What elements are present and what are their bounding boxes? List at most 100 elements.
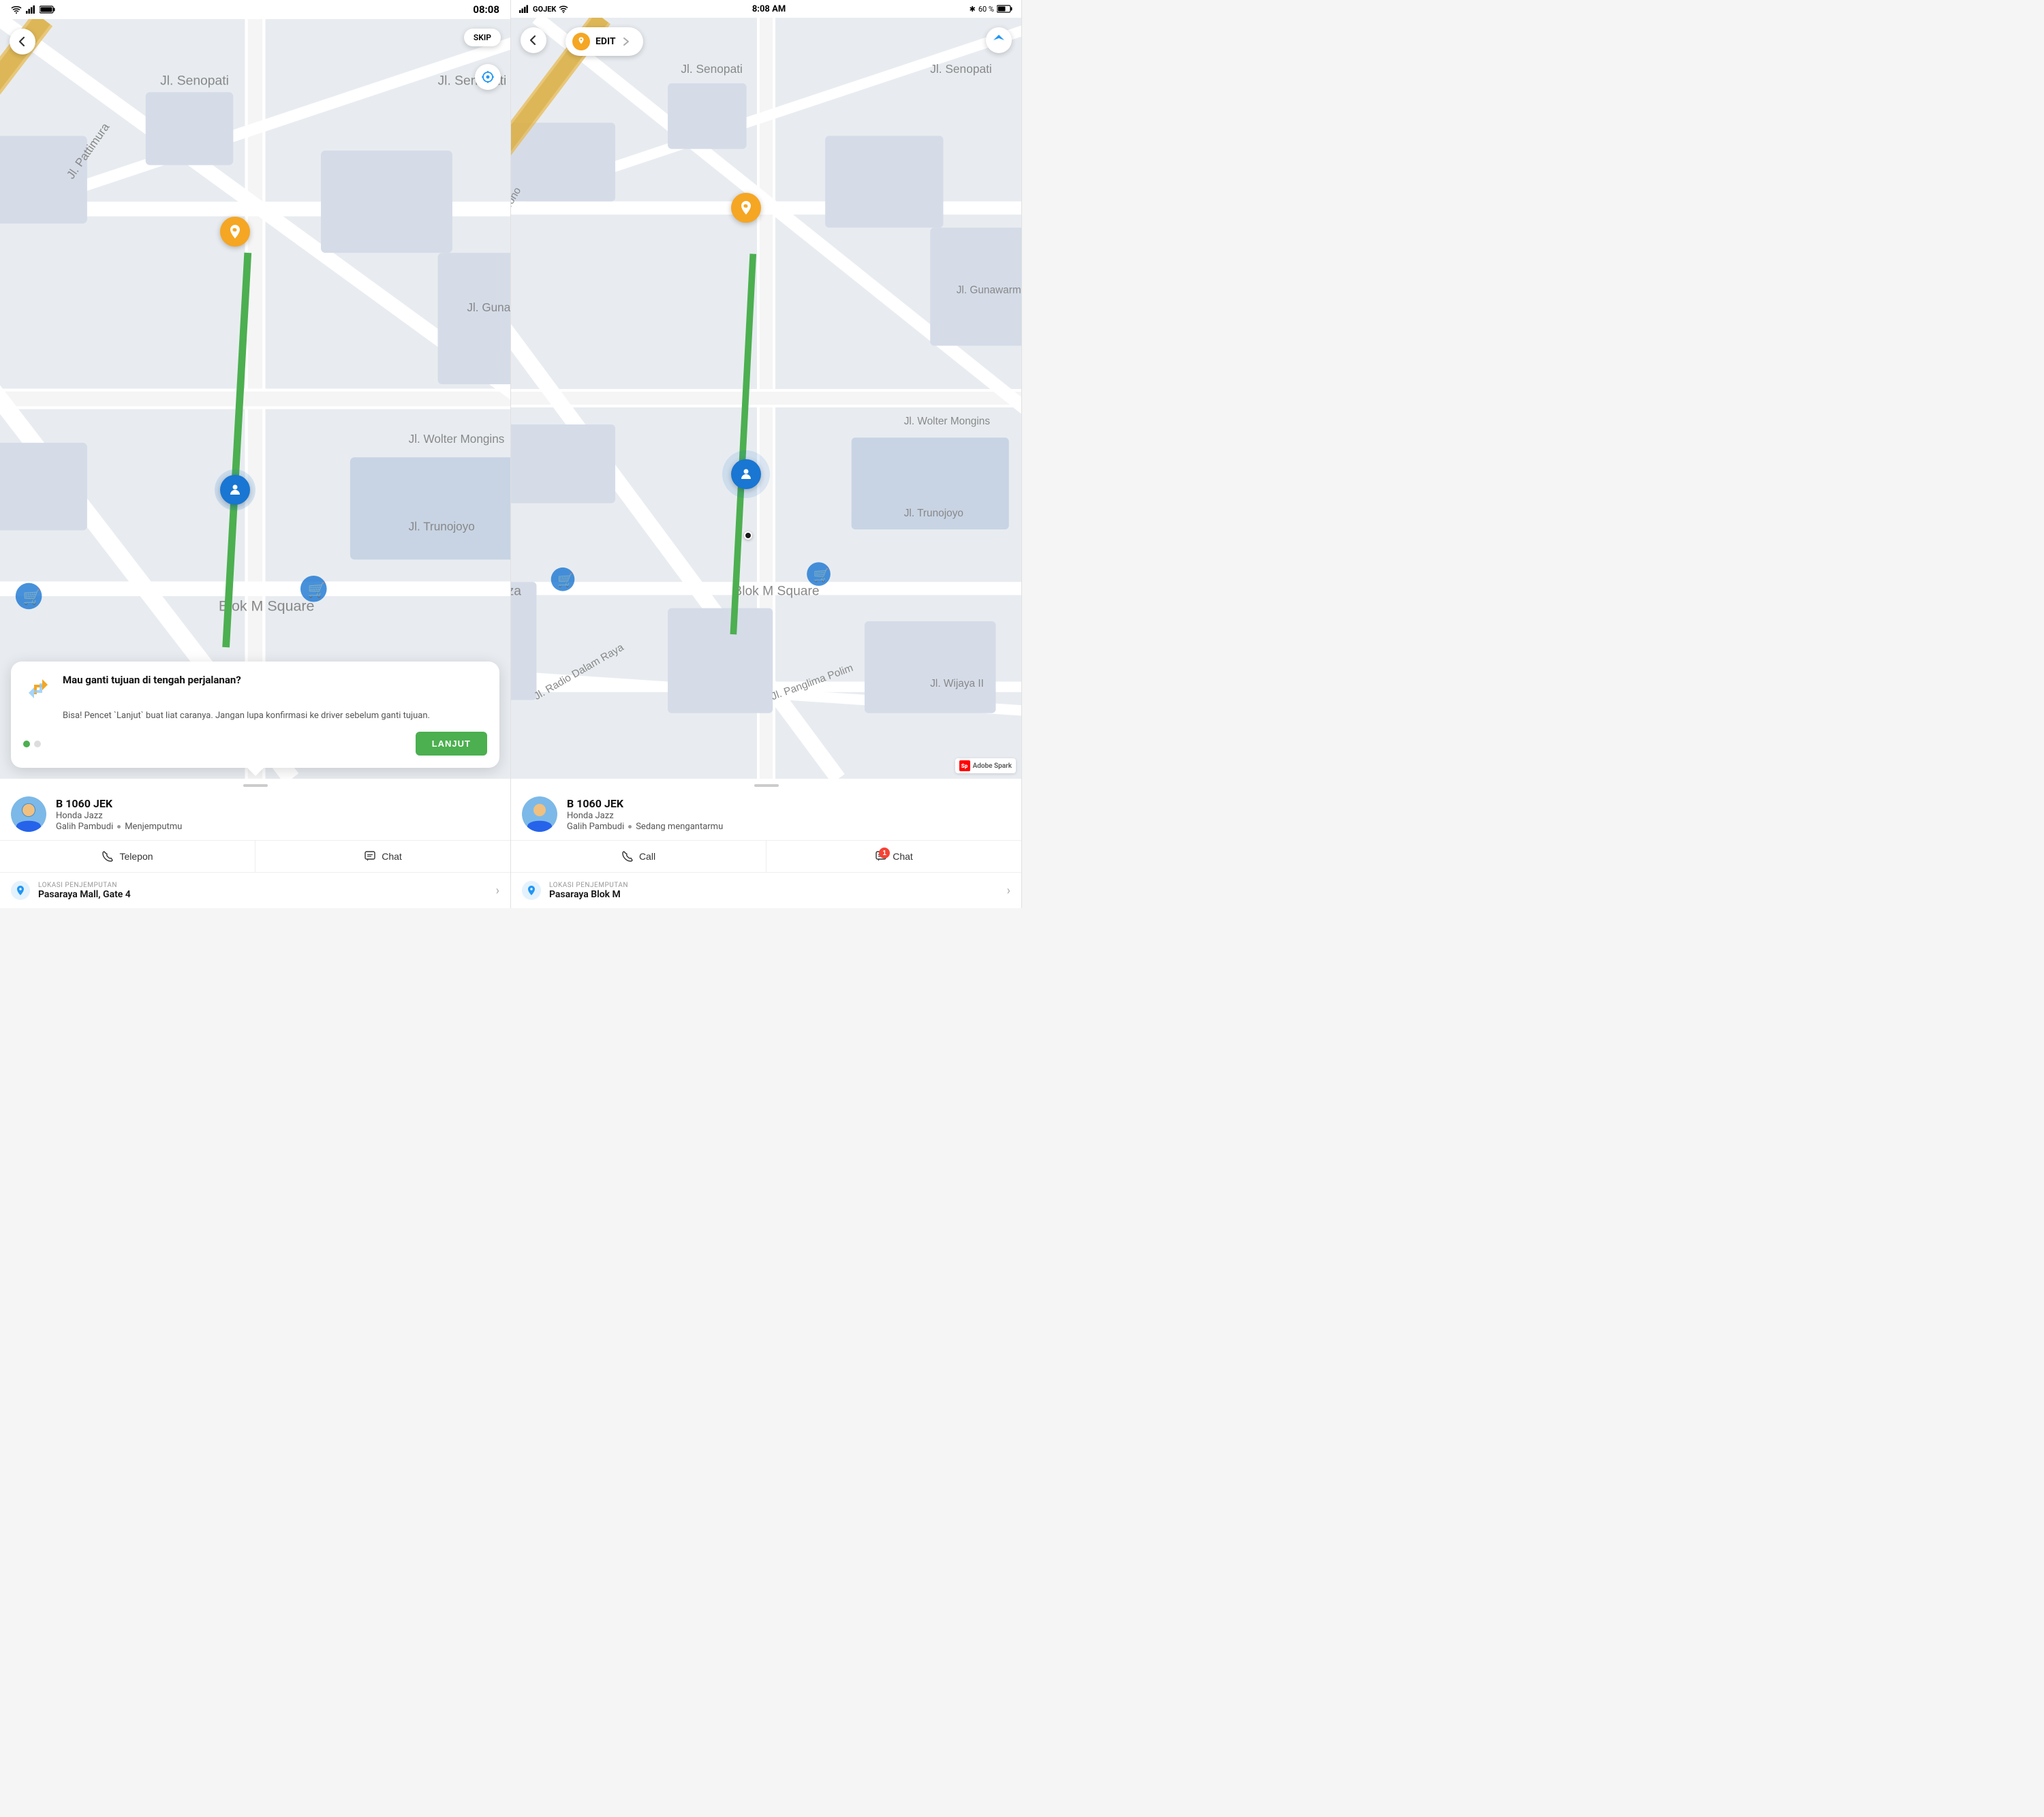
chevron-icon-2: › xyxy=(1007,884,1010,898)
location-button-1[interactable] xyxy=(475,64,501,90)
call-button[interactable]: Call xyxy=(511,841,766,872)
svg-text:Jl. Senopati: Jl. Senopati xyxy=(681,62,743,76)
driver-avatar-1 xyxy=(11,796,46,832)
popup-header: Mau ganti tujuan di tengah perjalanan? xyxy=(23,674,487,704)
dot-2 xyxy=(34,741,41,747)
driver-avatar-2 xyxy=(522,796,557,832)
skip-label: SKIP xyxy=(474,33,491,42)
popup-icon xyxy=(23,674,53,704)
location-pin-icon-1 xyxy=(15,885,26,896)
drag-handle-1 xyxy=(243,784,268,787)
battery-icon-2 xyxy=(997,5,1013,13)
loc-label-1: LOKASI PENJEMPUTAN xyxy=(38,882,131,889)
location-button-2[interactable] xyxy=(986,27,1012,53)
svg-text:Jl. Trunojoyo: Jl. Trunojoyo xyxy=(409,519,475,533)
driver-avatar-svg-2 xyxy=(522,796,557,832)
chat-button-2[interactable]: 1 Chat xyxy=(766,841,1021,872)
chat-label-2: Chat xyxy=(893,851,913,862)
status-bar-1: 08:08 xyxy=(0,0,510,19)
edit-button[interactable]: EDIT xyxy=(566,27,643,56)
chat-icon-wrapper: 1 xyxy=(875,850,887,863)
wifi-icon-2 xyxy=(559,5,568,13)
driver-details-1: B 1060 JEK Honda Jazz Galih Pambudi Menj… xyxy=(56,797,499,832)
loc-label-2: LOKASI PENJEMPUTAN xyxy=(549,882,628,889)
signal-icon-2 xyxy=(519,5,530,13)
telepon-button[interactable]: Telepon xyxy=(0,841,256,872)
map-svg-2: Jl. Senopati Jl. Senopati Jl. Gunawarman… xyxy=(511,18,1021,779)
svg-text:🛒: 🛒 xyxy=(557,572,574,588)
adobe-spark-label: Adobe Spark xyxy=(973,762,1012,770)
back-arrow-icon-2 xyxy=(527,34,540,46)
popup-title: Mau ganti tujuan di tengah perjalanan? xyxy=(63,674,241,687)
driver-name-2: Galih Pambudi xyxy=(567,822,624,832)
driver-info-2: B 1060 JEK Honda Jazz Galih Pambudi Seda… xyxy=(511,790,1021,840)
telepon-label: Telepon xyxy=(119,851,153,862)
action-buttons-2: Call 1 Chat xyxy=(511,840,1021,873)
edit-label: EDIT xyxy=(595,36,616,47)
driver-avatar-svg-1 xyxy=(11,796,46,832)
wifi-icon xyxy=(11,5,22,14)
status-right-2: ✱ 60 % xyxy=(970,5,1013,14)
status-bar-carrier: GOJEK xyxy=(519,5,568,14)
phone-icon-1 xyxy=(102,850,114,863)
svg-text:Blok M Plaza: Blok M Plaza xyxy=(511,584,521,598)
battery-percent: 60 % xyxy=(978,5,994,14)
status-time-1: 08:08 xyxy=(473,3,499,16)
svg-text:Blok M Square: Blok M Square xyxy=(733,584,819,598)
loc-info-1: LOKASI PENJEMPUTAN Pasaraya Mall, Gate 4 xyxy=(38,882,131,900)
carrier-label: GOJEK xyxy=(533,5,556,14)
pin-icon-3 xyxy=(739,200,754,215)
svg-text:🛒: 🛒 xyxy=(814,567,830,583)
loc-icon-2 xyxy=(522,881,541,900)
svg-text:Jl. Wolter Mongins: Jl. Wolter Mongins xyxy=(904,416,991,427)
driver-info-1: B 1060 JEK Honda Jazz Galih Pambudi Menj… xyxy=(0,790,510,840)
phone-icon-2 xyxy=(621,850,634,863)
back-button-1[interactable] xyxy=(10,29,35,55)
adobe-spark-badge: Sp Adobe Spark xyxy=(955,758,1016,773)
svg-text:Jl. Senopati: Jl. Senopati xyxy=(930,62,992,76)
driver-marker-1 xyxy=(220,475,250,505)
location-row-2[interactable]: LOKASI PENJEMPUTAN Pasaraya Blok M › xyxy=(511,873,1021,908)
location-pin-icon-2 xyxy=(526,885,537,896)
driver-name-1: Galih Pambudi xyxy=(56,822,113,832)
driver-car-1: Honda Jazz xyxy=(56,811,499,821)
pickup-marker-2 xyxy=(731,193,761,223)
dot-sep-2 xyxy=(628,825,632,828)
location-icon-1 xyxy=(481,70,495,84)
svg-text:Jl. Wijaya II: Jl. Wijaya II xyxy=(930,678,984,689)
driver-marker-2 xyxy=(731,459,761,489)
chevron-icon-1: › xyxy=(496,884,499,898)
back-button-2[interactable] xyxy=(521,27,546,53)
navigation-icon xyxy=(993,34,1005,46)
driver-plate-1: B 1060 JEK xyxy=(56,797,499,810)
pickup-marker-1 xyxy=(220,217,250,247)
driver-details-2: B 1060 JEK Honda Jazz Galih Pambudi Seda… xyxy=(567,797,1010,832)
lanjut-button[interactable]: LANJUT xyxy=(416,732,487,756)
status-bar-2: GOJEK 8:08 AM ✱ 60 % xyxy=(511,0,1021,18)
chat-icon-1 xyxy=(364,850,376,863)
chat-button-1[interactable]: Chat xyxy=(256,841,510,872)
map-area-1: Jl. Senopati Jl. Senopati Jl. Gunawarman… xyxy=(0,19,510,779)
skip-button[interactable]: SKIP xyxy=(464,29,501,46)
loc-icon-1 xyxy=(11,881,30,900)
driver-status-2: Sedang mengantarmu xyxy=(636,822,723,832)
action-buttons-1: Telepon Chat xyxy=(0,840,510,873)
signal-icon xyxy=(26,5,35,14)
loc-info-2: LOKASI PENJEMPUTAN Pasaraya Blok M xyxy=(549,882,628,900)
bluetooth-icon: ✱ xyxy=(970,5,976,14)
call-label: Call xyxy=(639,851,655,862)
svg-text:Jl. Trunojoyo: Jl. Trunojoyo xyxy=(904,508,963,519)
svg-text:Jl. Gunawarman: Jl. Gunawarman xyxy=(957,284,1021,296)
panel-1: 08:08 xyxy=(0,0,511,908)
driver-icon-1 xyxy=(228,482,243,497)
driver-name-row-1: Galih Pambudi Menjemputmu xyxy=(56,822,499,832)
change-destination-popup: Mau ganti tujuan di tengah perjalanan? B… xyxy=(11,662,499,768)
gps-dot xyxy=(744,531,752,540)
drag-handle-2 xyxy=(754,784,779,787)
battery-icon-1 xyxy=(40,5,56,14)
svg-text:🛒: 🛒 xyxy=(308,581,326,598)
location-row-1[interactable]: LOKASI PENJEMPUTAN Pasaraya Mall, Gate 4… xyxy=(0,873,510,908)
driver-car-2: Honda Jazz xyxy=(567,811,1010,821)
chevron-right-icon xyxy=(621,37,631,46)
svg-text:🛒: 🛒 xyxy=(23,589,42,606)
